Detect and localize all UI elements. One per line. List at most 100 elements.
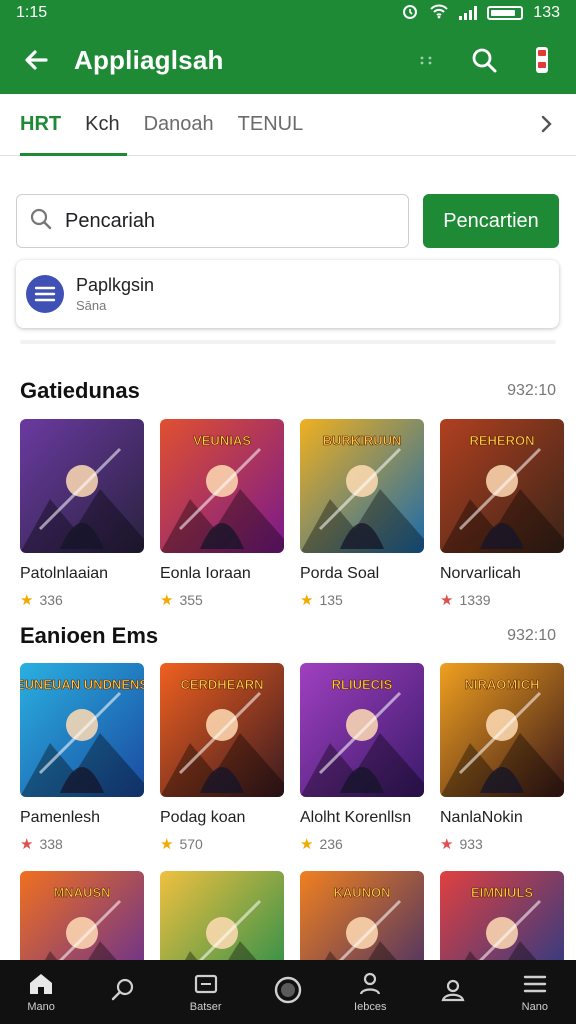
star-icon: ★ <box>440 836 454 853</box>
game-meta: ★ 236 <box>300 835 424 853</box>
game-art-title: MNAUSN <box>53 885 110 900</box>
notification-icon[interactable] <box>524 42 560 78</box>
game-name: Podag koan <box>160 809 246 826</box>
nav-item-people[interactable]: Iebces <box>334 971 406 1013</box>
game-name: Eonla Ioraan <box>160 565 251 582</box>
game-thumbnail[interactable]: REHERON <box>440 419 564 553</box>
game-name: Norvarlicah <box>440 565 521 582</box>
game-meta: ★ 338 <box>20 835 144 853</box>
search-input[interactable] <box>65 209 396 233</box>
star-icon: ★ <box>20 592 34 609</box>
game-art: BURKIRUUN <box>300 419 424 553</box>
menu-icon <box>523 975 547 993</box>
game-rating: 236 <box>319 836 343 852</box>
nav-item-account[interactable] <box>417 977 489 1007</box>
game-card[interactable]: EUNEUAN UNDNENS Pamenlesh ★ 338 <box>20 663 144 853</box>
star-icon: ★ <box>300 836 314 853</box>
nav-item-home[interactable]: Mano <box>5 971 77 1013</box>
tab-danoah[interactable]: Danoah <box>144 94 214 156</box>
app-title: Appliaglsah <box>74 44 224 75</box>
game-meta: ★ 933 <box>440 835 564 853</box>
signal-icon <box>459 6 478 20</box>
suggestion-title: Paplkgsin <box>76 275 155 295</box>
tab-hrt[interactable]: HRT <box>20 94 128 156</box>
game-card[interactable]: NIRAOMICH NanlaNokin ★ 933 <box>440 663 564 853</box>
suggestion-subtitle: Sāna <box>76 298 107 313</box>
section-count: 932:10 <box>507 627 556 644</box>
game-art-title: REHERON <box>469 433 534 448</box>
suggestion-text: Paplkgsin Sāna <box>76 275 154 313</box>
section-header: Eanioen Ems 932:10 <box>20 623 556 649</box>
search-icon <box>29 207 53 236</box>
tab-kch[interactable]: Kch <box>85 94 119 156</box>
back-arrow-icon[interactable] <box>16 40 56 80</box>
game-art-title: NIRAOMICH <box>464 677 539 692</box>
game-art <box>20 419 144 553</box>
game-thumbnail[interactable]: BURKIRUUN <box>300 419 424 553</box>
nav-item-search[interactable] <box>87 977 159 1007</box>
game-name: Alolht Korenllsn <box>300 809 412 826</box>
search-row: Pencartien <box>16 194 559 248</box>
search-button[interactable]: Pencartien <box>423 194 559 248</box>
bottom-nav: Mano Batser Iebces Nano <box>0 960 576 1024</box>
game-name: Porda Soal <box>300 565 380 582</box>
game-meta: ★ 355 <box>160 591 284 609</box>
game-card[interactable]: BURKIRUUN Porda Soal ★ 135 <box>300 419 424 609</box>
game-row: EUNEUAN UNDNENS Pamenlesh ★ 338 CERDHEARN Pod… <box>20 663 564 853</box>
app-bar-actions <box>408 42 560 78</box>
game-card[interactable]: RLIUECIS Alolht Korenllsn ★ 236 <box>300 663 424 853</box>
game-thumbnail[interactable]: NIRAOMICH <box>440 663 564 797</box>
game-name: NanlaNokin <box>440 809 523 826</box>
game-rating: 336 <box>39 592 63 608</box>
star-icon: ★ <box>300 592 314 609</box>
game-thumbnail[interactable]: EUNEUAN UNDNENS <box>20 663 144 797</box>
game-thumbnail[interactable]: CERDHEARN <box>160 663 284 797</box>
nav-label: Mano <box>27 1001 55 1013</box>
star-icon: ★ <box>160 836 174 853</box>
search-icon[interactable] <box>466 42 502 78</box>
search-field[interactable] <box>16 194 409 248</box>
suggestion-card[interactable]: Paplkgsin Sāna <box>16 260 559 328</box>
game-thumbnail[interactable]: VEUNIAS <box>160 419 284 553</box>
game-rating: 338 <box>39 836 63 852</box>
nav-item-games[interactable]: Batser <box>170 971 242 1013</box>
game-name: Patolnlaaian <box>20 565 109 582</box>
chevron-right-icon[interactable] <box>534 112 558 136</box>
game-card[interactable]: Patolnlaaian ★ 336 <box>20 419 144 609</box>
game-rating: 135 <box>319 592 343 608</box>
game-rating: 570 <box>179 836 203 852</box>
game-art: VEUNIAS <box>160 419 284 553</box>
dots-icon[interactable] <box>408 42 444 78</box>
game-card[interactable]: REHERON Norvarlicah ★ 1339 <box>440 419 564 609</box>
search-icon <box>112 978 134 1001</box>
game-art: RLIUECIS <box>300 663 424 797</box>
game-name: Pamenlesh <box>20 809 101 826</box>
wifi-icon <box>429 3 449 24</box>
status-bar: 1:15 133 <box>0 0 576 26</box>
nav-label: Nano <box>521 1001 548 1013</box>
game-art: EUNEUAN UNDNENS <box>20 663 144 797</box>
home-icon <box>30 974 53 994</box>
nav-item-center[interactable] <box>252 975 324 1009</box>
game-card[interactable]: VEUNIAS Eonla Ioraan ★ 355 <box>160 419 284 609</box>
game-rating: 355 <box>179 592 203 608</box>
app-bar: Appliaglsah <box>0 26 576 94</box>
game-thumbnail[interactable]: RLIUECIS <box>300 663 424 797</box>
game-card[interactable]: CERDHEARN Podag koan ★ 570 <box>160 663 284 853</box>
game-art: CERDHEARN <box>160 663 284 797</box>
game-thumbnail[interactable] <box>20 419 144 553</box>
section-count: 932:10 <box>507 382 556 399</box>
tab-tenul[interactable]: TENUL <box>238 94 304 156</box>
menu-lines-icon <box>26 275 64 313</box>
divider <box>20 340 556 344</box>
game-meta: ★ 570 <box>160 835 284 853</box>
person-icon <box>360 972 381 995</box>
game-art: REHERON <box>440 419 564 553</box>
circle-icon <box>274 976 302 1004</box>
game-art-title: BURKIRUUN <box>323 433 402 448</box>
game-art-title: VEUNIAS <box>193 433 251 448</box>
section-title: Gatiedunas <box>20 378 140 403</box>
nav-item-menu[interactable]: Nano <box>499 971 571 1013</box>
games-icon <box>194 974 217 994</box>
game-row: Patolnlaaian ★ 336 VEUNIAS Eonla Ioraan ★ 355 B… <box>20 419 564 609</box>
